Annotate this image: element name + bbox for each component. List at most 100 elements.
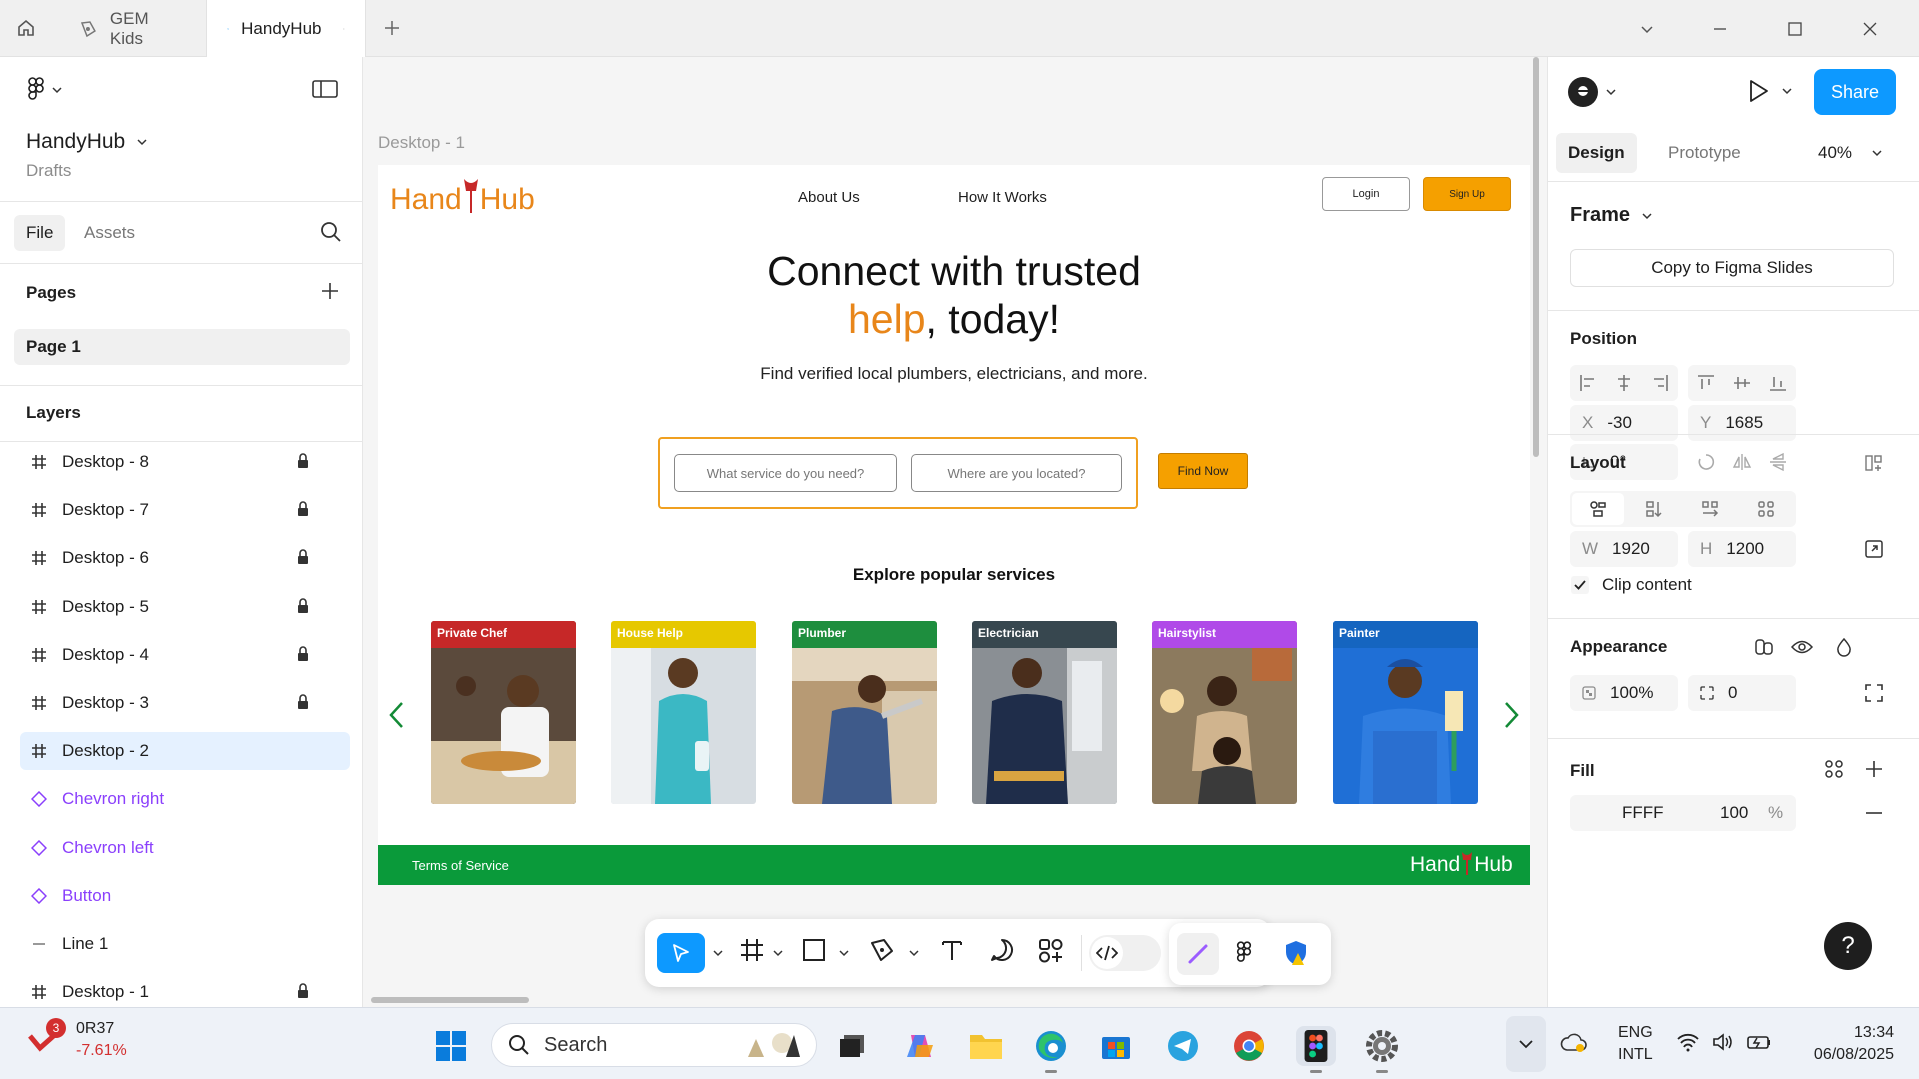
visibility-toggle[interactable] [1784, 629, 1820, 665]
align-right-icon[interactable] [1650, 373, 1670, 393]
service-card[interactable]: Hairstylist [1152, 621, 1297, 804]
width-field[interactable]: W 1920 [1570, 531, 1678, 567]
page-item-page-1[interactable]: Page 1 [14, 329, 350, 365]
main-menu-button[interactable] [26, 77, 62, 103]
layer-item[interactable]: Desktop - 5 [20, 588, 350, 626]
present-button[interactable] [1748, 79, 1792, 103]
service-search-input[interactable]: What service do you need? [674, 454, 897, 492]
layer-item[interactable]: Desktop - 4 [20, 636, 350, 674]
pen-tool[interactable] [869, 937, 895, 963]
nav-how-it-works[interactable]: How It Works [958, 189, 1047, 206]
edge-app[interactable] [1031, 1026, 1071, 1073]
nav-about-us[interactable]: About Us [798, 189, 860, 206]
horizontal-stack-icon[interactable] [1700, 499, 1720, 519]
align-center-h-icon[interactable] [1614, 373, 1634, 393]
frame-tool[interactable] [739, 937, 765, 963]
height-field[interactable]: H 1200 [1688, 531, 1796, 567]
close-window-button[interactable] [1855, 14, 1885, 44]
lock-icon[interactable] [296, 501, 310, 517]
chevron-down-icon[interactable] [909, 949, 919, 957]
desktop-frame[interactable]: Hand Hub About Us How It Works Login Sig… [378, 165, 1530, 885]
clip-content-checkbox[interactable]: Clip content [1570, 575, 1692, 595]
telegram-app[interactable] [1163, 1026, 1203, 1066]
variable-mode-button[interactable] [1746, 629, 1782, 665]
location-search-input[interactable]: Where are you located? [911, 454, 1122, 492]
draw-mode-button[interactable] [1177, 933, 1219, 975]
layer-item[interactable]: Chevron left [20, 829, 350, 867]
new-tab-button[interactable] [378, 14, 406, 42]
security-extension-button[interactable] [1283, 939, 1309, 967]
resize-to-fit-button[interactable] [1856, 531, 1892, 567]
signup-button[interactable]: Sign Up [1423, 177, 1511, 211]
independent-corners-button[interactable] [1856, 675, 1892, 711]
tab-prototype[interactable]: Prototype [1656, 133, 1753, 173]
tab-design[interactable]: Design [1556, 133, 1637, 173]
zoom-dropdown[interactable]: 40% [1818, 143, 1882, 163]
layer-item[interactable]: Line 1 [20, 925, 350, 963]
remove-fill-button[interactable] [1856, 795, 1892, 831]
share-button[interactable]: Share [1814, 69, 1896, 115]
comment-tool[interactable] [989, 937, 1015, 963]
language-indicator[interactable]: ENG INTL [1618, 1022, 1653, 1066]
design-mode-button[interactable] [1235, 941, 1253, 965]
layer-item[interactable]: Desktop - 7 [20, 491, 350, 529]
minimize-button[interactable] [1705, 14, 1735, 44]
align-top-icon[interactable] [1696, 373, 1716, 393]
lock-icon[interactable] [296, 597, 310, 614]
tab-list-button[interactable] [1632, 14, 1662, 44]
taskbar-search[interactable]: Search [491, 1023, 817, 1067]
chevron-down-icon[interactable] [773, 949, 783, 957]
copilot-app[interactable] [900, 1026, 940, 1066]
carousel-prev-button[interactable] [388, 701, 406, 729]
opacity-field[interactable]: 100% [1570, 675, 1678, 711]
settings-app[interactable] [1362, 1026, 1402, 1073]
weather-tray[interactable] [1560, 1032, 1588, 1054]
layer-item[interactable]: Desktop - 6 [20, 539, 350, 577]
add-page-button[interactable] [320, 281, 340, 301]
frame-type-dropdown[interactable]: Frame [1570, 204, 1652, 227]
text-tool[interactable] [939, 937, 965, 963]
toggle-sidebar-button[interactable] [312, 79, 338, 99]
file-name-dropdown[interactable]: HandyHub [26, 130, 147, 154]
start-button[interactable] [431, 1026, 471, 1066]
help-button[interactable]: ? [1824, 922, 1872, 970]
chevron-down-icon[interactable] [713, 949, 723, 957]
frame-label[interactable]: Desktop - 1 [378, 133, 465, 153]
clock[interactable]: 13:34 06/08/2025 [1790, 1022, 1894, 1066]
tab-gem-kids[interactable]: GEM Kids [58, 0, 206, 57]
move-tool[interactable] [657, 933, 705, 973]
lock-icon[interactable] [296, 694, 310, 710]
freeform-layout-button[interactable] [1572, 493, 1624, 525]
vertical-stack-icon[interactable] [1644, 499, 1664, 519]
corner-radius-field[interactable]: 0 [1688, 675, 1796, 711]
fill-color-field[interactable]: FFFF 100 % [1570, 795, 1796, 831]
fill-styles-button[interactable] [1816, 751, 1852, 787]
layer-item[interactable]: Desktop - 8 [20, 443, 350, 481]
search-layers-button[interactable] [320, 221, 342, 243]
tab-file[interactable]: File [14, 215, 66, 251]
lock-icon[interactable] [296, 453, 310, 469]
layer-item[interactable]: Chevron right [20, 780, 350, 818]
layer-item[interactable]: Desktop - 1 [20, 973, 350, 1007]
tab-handyhub[interactable]: HandyHub [206, 0, 366, 57]
find-now-button[interactable]: Find Now [1158, 453, 1248, 489]
service-card[interactable]: Electrician [972, 621, 1117, 804]
blend-mode-button[interactable] [1826, 629, 1862, 665]
show-hidden-icons-button[interactable] [1506, 1016, 1546, 1072]
add-fill-button[interactable] [1856, 751, 1892, 787]
align-left-icon[interactable] [1578, 373, 1598, 393]
store-app[interactable] [1096, 1026, 1136, 1066]
lock-icon[interactable] [296, 646, 310, 662]
service-card[interactable]: Private Chef [431, 621, 576, 804]
login-button[interactable]: Login [1322, 177, 1410, 211]
dev-mode-toggle[interactable] [1089, 935, 1161, 971]
quick-settings[interactable] [1676, 1032, 1772, 1052]
layout-guide-button[interactable] [1856, 445, 1892, 481]
horizontal-scrollbar[interactable] [371, 997, 529, 1003]
close-icon[interactable] [343, 22, 345, 36]
file-explorer-app[interactable] [966, 1026, 1006, 1066]
stock-widget[interactable]: 3 0R37 -7.61% [24, 1018, 144, 1068]
actions-tool[interactable] [1037, 937, 1065, 965]
tab-assets[interactable]: Assets [72, 215, 147, 251]
chevron-down-icon[interactable] [839, 949, 849, 957]
